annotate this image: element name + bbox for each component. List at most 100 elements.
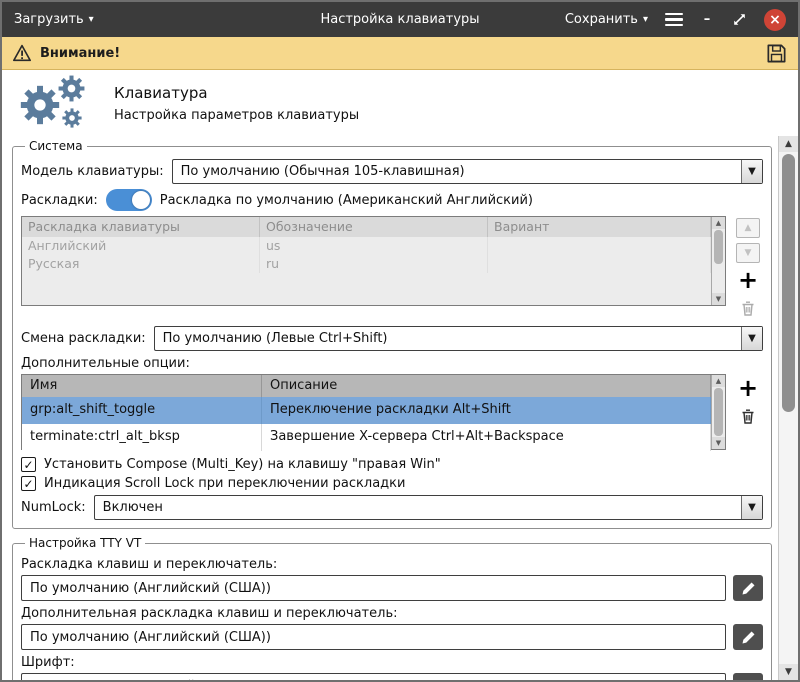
- trash-icon: [740, 300, 756, 317]
- close-icon: ×: [769, 12, 781, 28]
- numlock-row: NumLock: Включен ▼: [21, 495, 763, 520]
- move-up-button[interactable]: ▲: [736, 218, 760, 238]
- module-title: Клавиатура: [114, 84, 359, 102]
- edit-tty-font-button[interactable]: [733, 673, 763, 680]
- close-button[interactable]: ×: [764, 9, 786, 31]
- scrolllock-checkbox-row[interactable]: ✓ Индикация Scroll Lock при переключении…: [21, 476, 763, 491]
- compose-checkbox-label: Установить Compose (Multi_Key) на клавиш…: [44, 457, 441, 472]
- hamburger-menu-icon[interactable]: [665, 13, 683, 27]
- delete-layout-button[interactable]: [736, 297, 760, 319]
- toggle-knob: [132, 191, 150, 209]
- scroll-down-icon[interactable]: ▼: [712, 293, 725, 305]
- trash-icon: [740, 408, 756, 425]
- table-row[interactable]: terminate:ctrl_alt_bksp Завершение X-сер…: [22, 424, 711, 451]
- checkbox-checked-icon[interactable]: ✓: [21, 476, 36, 491]
- keyboard-model-row: Модель клавиатуры: По умолчанию (Обычная…: [21, 159, 763, 184]
- add-layout-button[interactable]: +: [736, 268, 760, 292]
- system-group-legend: Система: [25, 139, 87, 153]
- maximize-button[interactable]: [731, 12, 747, 28]
- minimize-button[interactable]: –: [700, 12, 714, 27]
- layouts-default-text: Раскладка по умолчанию (Американский Анг…: [160, 193, 533, 208]
- numlock-dropdown[interactable]: Включен ▼: [94, 495, 763, 520]
- options-table-header: Имя Описание: [22, 375, 711, 397]
- tty-font-row: По умолчанию (Европейская латинская): [21, 673, 763, 680]
- titlebar: Загрузить ▾ Настройка клавиатуры Сохрани…: [2, 2, 798, 37]
- warning-text: Внимание!: [40, 46, 120, 61]
- gears-icon: [18, 74, 90, 132]
- load-menu-button[interactable]: Загрузить ▾: [14, 12, 94, 27]
- layout-switch-label: Смена раскладки:: [21, 331, 146, 346]
- keyboard-model-label: Модель клавиатуры:: [21, 164, 164, 179]
- load-menu-label: Загрузить: [14, 12, 84, 27]
- keyboard-model-value: По умолчанию (Обычная 105-клавишная): [173, 160, 741, 183]
- resize-diagonal-icon: [732, 12, 747, 27]
- dropdown-arrow-icon[interactable]: ▼: [741, 160, 762, 183]
- options-table-scrollbar[interactable]: ▲ ▼: [711, 375, 725, 449]
- scrollbar-thumb[interactable]: [714, 388, 723, 436]
- options-table-wrap: Имя Описание grp:alt_shift_toggle Перекл…: [21, 374, 763, 450]
- col-header: Раскладка клавиатуры: [22, 217, 260, 237]
- scroll-up-icon[interactable]: ▲: [712, 375, 725, 387]
- scrolllock-checkbox-label: Индикация Scroll Lock при переключении р…: [44, 476, 405, 491]
- options-table: Имя Описание grp:alt_shift_toggle Перекл…: [21, 374, 726, 450]
- pencil-icon: [741, 581, 756, 596]
- dropdown-arrow-icon[interactable]: ▼: [741, 327, 762, 350]
- floppy-disk-icon: [765, 42, 788, 65]
- scroll-up-icon[interactable]: ▲: [712, 217, 725, 229]
- layouts-table: Раскладка клавиатуры Обозначение Вариант…: [21, 216, 726, 306]
- tty-layout-row: По умолчанию (Английский (США)): [21, 575, 763, 601]
- scrollbar-thumb[interactable]: [782, 154, 795, 412]
- dropdown-arrow-icon[interactable]: ▼: [741, 496, 762, 519]
- save-menu-button[interactable]: Сохранить ▾: [565, 12, 648, 27]
- main-scrollbar[interactable]: ▲ ▼: [778, 136, 798, 680]
- caret-down-icon: ▾: [89, 15, 94, 25]
- col-header: Обозначение: [260, 217, 488, 237]
- extra-options-label: Дополнительные опции:: [21, 356, 763, 371]
- tty-layout-label: Раскладка клавиш и переключатель:: [21, 557, 763, 572]
- scroll-down-icon[interactable]: ▼: [712, 437, 725, 449]
- module-subtitle: Настройка параметров клавиатуры: [114, 108, 359, 123]
- tty-font-field[interactable]: По умолчанию (Европейская латинская): [21, 673, 726, 680]
- compose-checkbox-row[interactable]: ✓ Установить Compose (Multi_Key) на клав…: [21, 457, 763, 472]
- table-row[interactable]: grp:alt_shift_toggle Переключение раскла…: [22, 397, 711, 424]
- col-header: Описание: [262, 375, 711, 397]
- pencil-icon: [741, 630, 756, 645]
- caret-down-icon: ▾: [643, 15, 648, 25]
- layouts-default-toggle[interactable]: [106, 189, 152, 211]
- save-file-button[interactable]: [765, 42, 788, 65]
- tty-extra-layout-field[interactable]: По умолчанию (Английский (США)): [21, 624, 726, 650]
- tty-group: Настройка TTY VT Раскладка клавиш и пере…: [12, 536, 772, 680]
- scrollbar-thumb[interactable]: [714, 230, 723, 264]
- table-row: Английский us: [22, 237, 711, 255]
- numlock-label: NumLock:: [21, 500, 86, 515]
- keyboard-model-dropdown[interactable]: По умолчанию (Обычная 105-клавишная) ▼: [172, 159, 763, 184]
- settings-form: Система Модель клавиатуры: По умолчанию …: [2, 136, 778, 680]
- keyboard-settings-window: Загрузить ▾ Настройка клавиатуры Сохрани…: [0, 0, 800, 682]
- layouts-table-buttons: ▲ ▼ +: [733, 216, 763, 319]
- save-menu-label: Сохранить: [565, 12, 638, 27]
- scroll-down-icon[interactable]: ▼: [779, 664, 798, 680]
- move-down-button[interactable]: ▼: [736, 243, 760, 263]
- numlock-value: Включен: [95, 496, 741, 519]
- edit-tty-extra-layout-button[interactable]: [733, 624, 763, 650]
- tty-font-label: Шрифт:: [21, 655, 763, 670]
- col-header: Имя: [22, 375, 262, 397]
- layout-switch-dropdown[interactable]: По умолчанию (Левые Ctrl+Shift) ▼: [154, 326, 763, 351]
- settings-scroll-area: Система Модель клавиатуры: По умолчанию …: [2, 136, 798, 680]
- add-option-button[interactable]: +: [736, 376, 760, 400]
- delete-option-button[interactable]: [736, 405, 760, 427]
- layouts-table-scrollbar[interactable]: ▲ ▼: [711, 217, 725, 305]
- scroll-up-icon[interactable]: ▲: [779, 136, 798, 152]
- warning-bar: Внимание!: [2, 37, 798, 70]
- tty-extra-layout-row: По умолчанию (Английский (США)): [21, 624, 763, 650]
- tty-layout-field[interactable]: По умолчанию (Английский (США)): [21, 575, 726, 601]
- options-table-buttons: +: [733, 374, 763, 427]
- layouts-label: Раскладки:: [21, 193, 98, 208]
- warning-icon: [12, 44, 32, 62]
- layout-switch-value: По умолчанию (Левые Ctrl+Shift): [155, 327, 741, 350]
- pencil-icon: [741, 679, 756, 681]
- checkbox-checked-icon[interactable]: ✓: [21, 457, 36, 472]
- module-header: Клавиатура Настройка параметров клавиату…: [2, 70, 798, 136]
- edit-tty-layout-button[interactable]: [733, 575, 763, 601]
- table-row: Русская ru: [22, 255, 711, 273]
